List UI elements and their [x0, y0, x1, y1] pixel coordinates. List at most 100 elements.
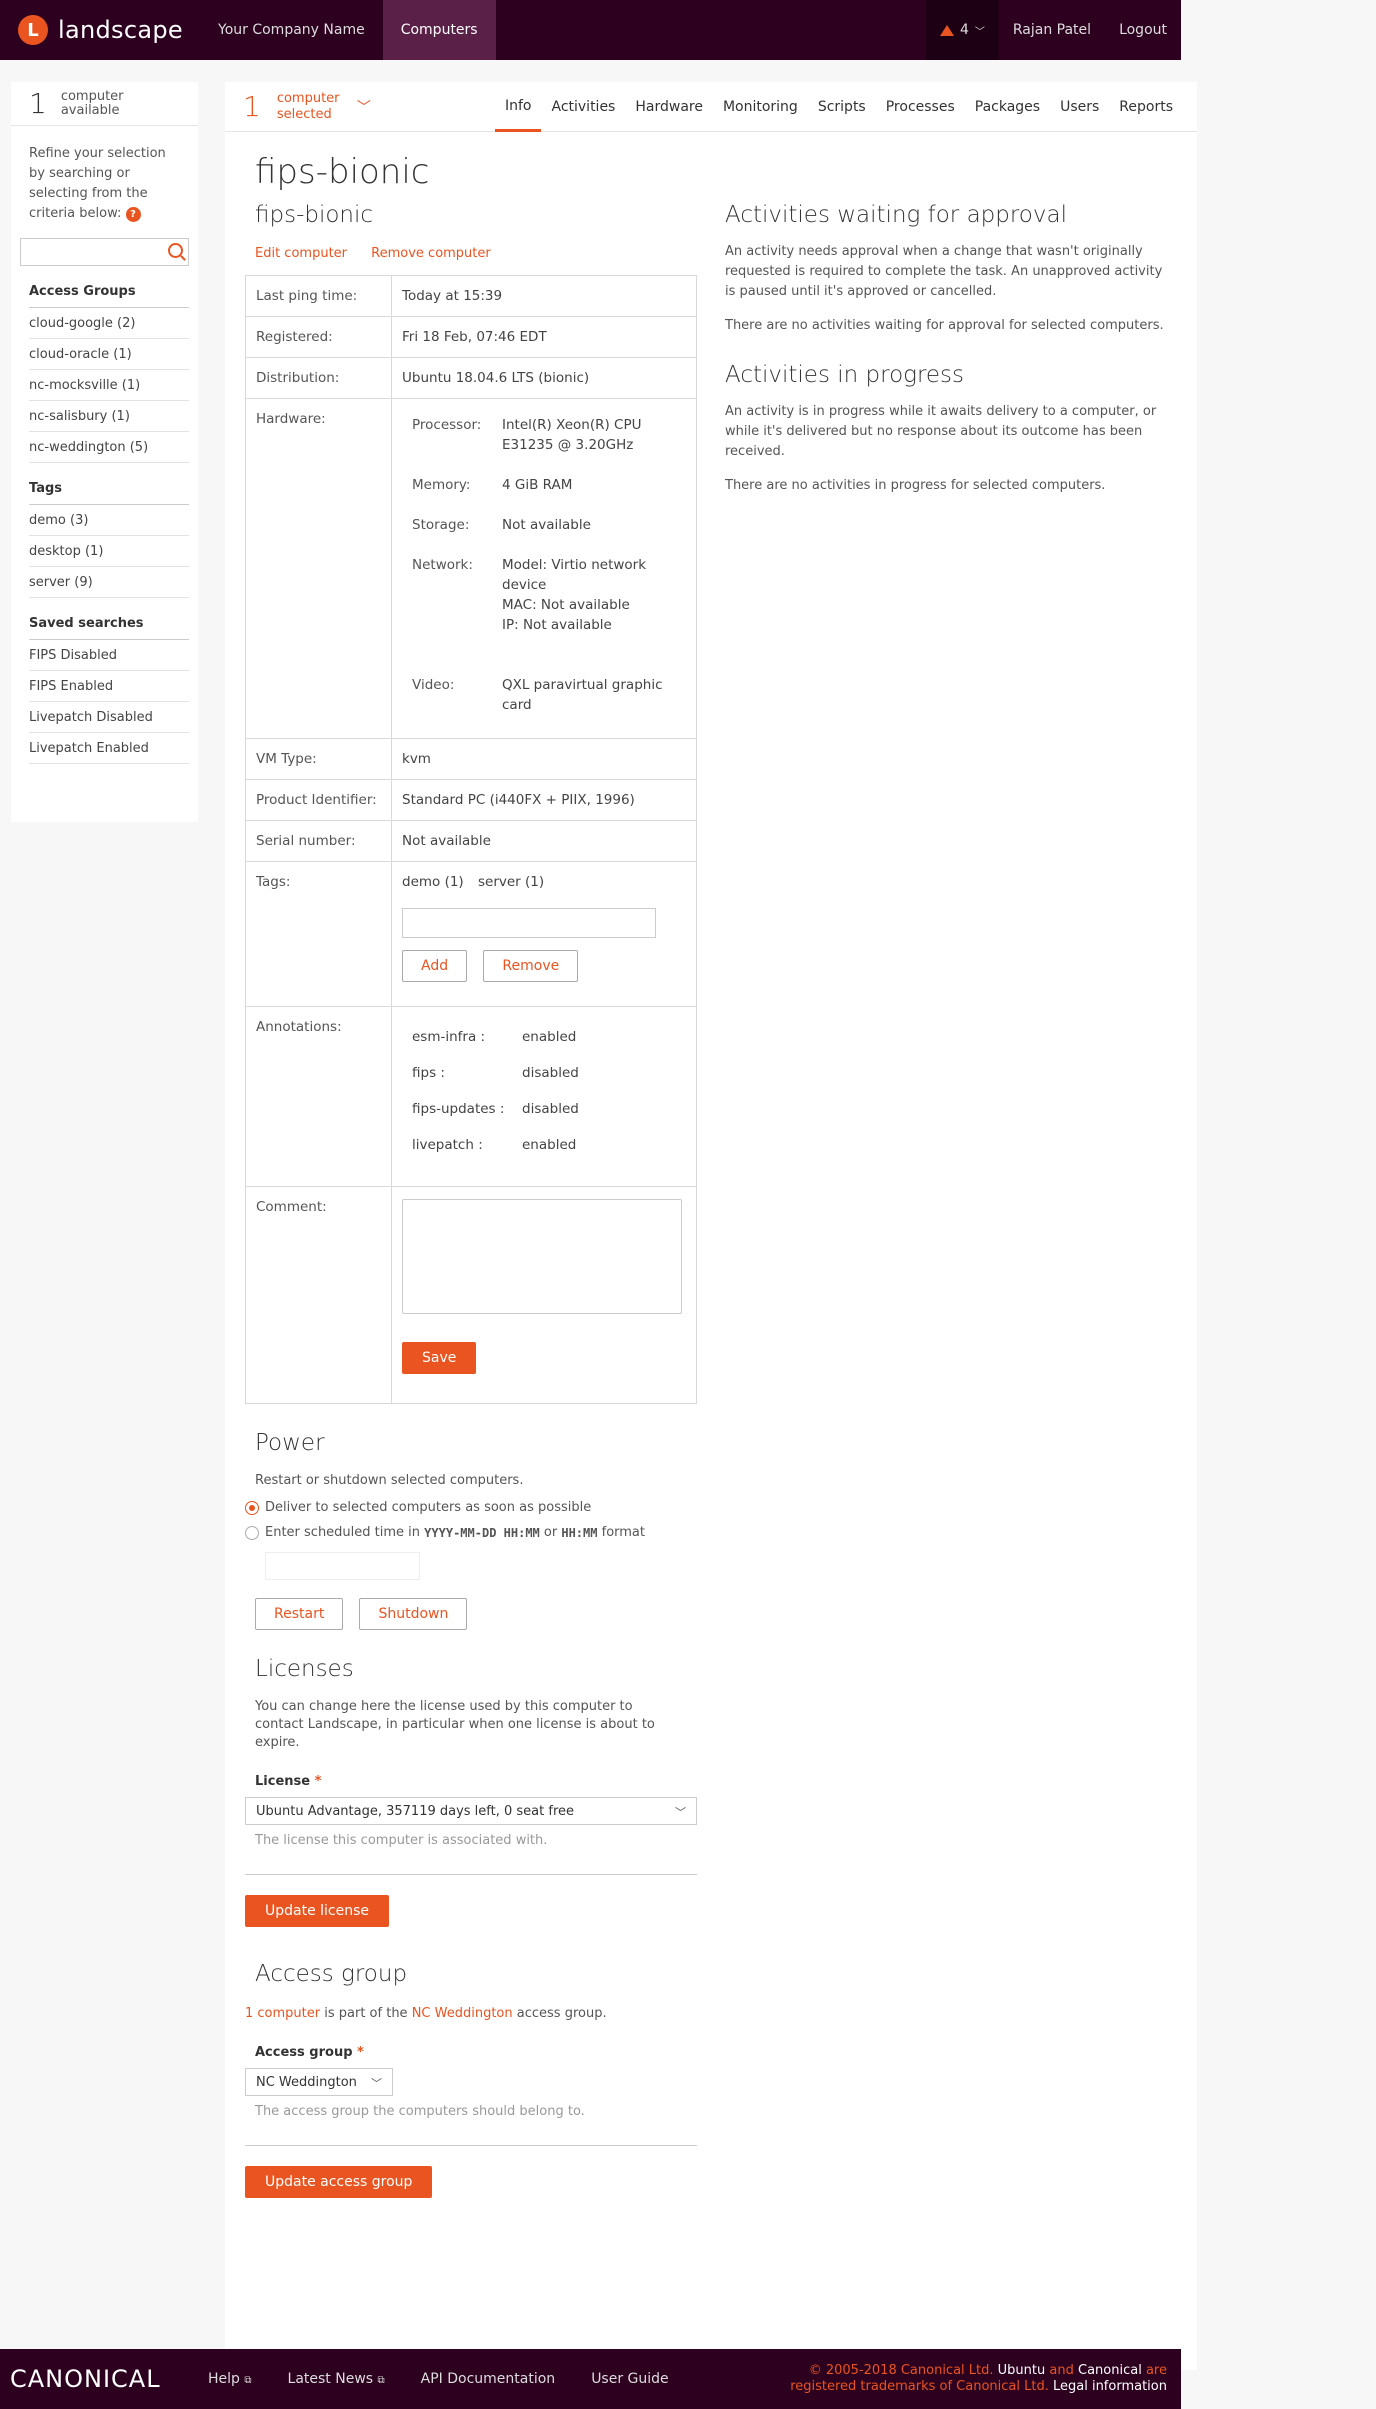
access-group-desc: 1 computer is part of the NC Weddington …	[245, 2006, 607, 2021]
landscape-logo-icon: L	[18, 15, 48, 45]
access-groups-heading: Access Groups	[29, 266, 189, 308]
annotation-value: enabled	[522, 1137, 577, 1153]
licenses-title: Licenses	[255, 1656, 354, 1682]
saved-search-item[interactable]: FIPS Disabled	[29, 640, 189, 671]
tab-info[interactable]: Info	[494, 82, 542, 132]
radio-unselected[interactable]	[245, 1525, 259, 1540]
registered-value: Fri 18 Feb, 07:46 EDT	[402, 329, 547, 345]
table-row: Hardware: Processor: Intel(R) Xeon(R) CP…	[246, 399, 696, 739]
footer-guide-link[interactable]: User Guide	[573, 2371, 686, 2387]
chevron-down-icon[interactable]: ﹀	[357, 97, 371, 117]
edit-computer-link[interactable]: Edit computer	[255, 246, 347, 261]
annotation-key: livepatch :	[412, 1137, 483, 1153]
tab-users[interactable]: Users	[1050, 82, 1109, 132]
tag-input[interactable]	[402, 908, 656, 938]
available-label: computer available	[60, 88, 124, 118]
copyright-link[interactable]: © 2005-2018 Canonical Ltd.	[809, 2363, 994, 2378]
search-icon[interactable]	[168, 243, 183, 258]
table-row: Annotations: esm-infra : enabled fips : …	[246, 1007, 696, 1187]
save-comment-button[interactable]: Save	[402, 1342, 477, 1374]
filter-item[interactable]: nc-weddington (5)	[29, 432, 189, 463]
tab-hardware[interactable]: Hardware	[625, 82, 713, 132]
progress-none: There are no activities in progress for …	[725, 478, 1106, 493]
computer-info-column: fips-bionic Edit computer Remove compute…	[245, 202, 697, 2198]
saved-search-item[interactable]: Livepatch Disabled	[29, 702, 189, 733]
scheduled-option[interactable]: Enter scheduled time in YYYY-MM-DD HH:MM…	[245, 1525, 697, 1540]
annotation-value: disabled	[522, 1065, 579, 1081]
filter-item[interactable]: server (9)	[29, 567, 189, 598]
add-tag-button[interactable]: Add	[402, 950, 468, 982]
nav-computers[interactable]: Computers	[382, 0, 496, 60]
remove-tag-button[interactable]: Remove	[483, 950, 579, 982]
filter-item[interactable]: demo (3)	[29, 505, 189, 536]
canonical-logo[interactable]: CANONICAL	[0, 2365, 190, 2393]
annotations-list: esm-infra : enabled fips : disabled fips…	[392, 1007, 696, 1186]
tab-scripts[interactable]: Scripts	[808, 82, 876, 132]
row-label: Distribution:	[246, 358, 392, 398]
remove-computer-link[interactable]: Remove computer	[371, 246, 491, 261]
annotation-key: fips-updates :	[412, 1101, 505, 1117]
access-group-label: Access group *	[255, 2045, 364, 2060]
warning-icon	[939, 24, 954, 36]
footer-help-link[interactable]: Help ⧉	[190, 2371, 270, 2387]
update-access-group-button[interactable]: Update access group	[245, 2166, 433, 2198]
alert-count: 4	[959, 22, 969, 38]
tab-activities[interactable]: Activities	[541, 82, 625, 132]
progress-title: Activities in progress	[725, 362, 965, 388]
update-license-button[interactable]: Update license	[245, 1895, 390, 1927]
activities-column: Activities waiting for approval An activ…	[725, 202, 1175, 496]
selection-dropdown[interactable]: 1 computer selected ﹀	[225, 90, 371, 123]
alerts-dropdown[interactable]: 4 ﹀	[925, 0, 999, 60]
row-label: Product Identifier:	[246, 780, 392, 820]
tab-packages[interactable]: Packages	[965, 82, 1050, 132]
selected-label: computer selected	[276, 90, 340, 122]
available-number: 1	[29, 87, 47, 120]
license-hint: The license this computer is associated …	[255, 1833, 548, 1848]
saved-searches-heading: Saved searches	[29, 598, 189, 640]
tab-processes[interactable]: Processes	[876, 82, 965, 132]
logo-text: landscape	[58, 16, 183, 44]
tab-monitoring[interactable]: Monitoring	[713, 82, 808, 132]
radio-selected[interactable]	[245, 1500, 259, 1515]
footer-api-link[interactable]: API Documentation	[403, 2371, 574, 2387]
row-label: Annotations:	[246, 1007, 392, 1186]
filter-item[interactable]: desktop (1)	[29, 536, 189, 567]
license-label: License *	[255, 1774, 322, 1789]
canonical-link[interactable]: Canonical	[1078, 2363, 1142, 2378]
selected-number: 1	[243, 90, 261, 123]
scheduled-time-input[interactable]	[265, 1552, 420, 1580]
search-input[interactable]	[20, 238, 189, 266]
computer-count-link[interactable]: 1 computer	[245, 2006, 320, 2021]
comment-textarea[interactable]	[402, 1199, 682, 1314]
footer: CANONICAL Help ⧉ Latest News ⧉ API Docum…	[0, 2349, 1181, 2409]
filter-item[interactable]: cloud-oracle (1)	[29, 339, 189, 370]
tag-chip[interactable]: server (1)	[478, 874, 544, 890]
legal-info-link[interactable]: Legal information	[1053, 2379, 1167, 2394]
storage-value: Not available	[502, 517, 591, 533]
available-count: 1 computer available	[11, 82, 198, 126]
filter-item[interactable]: cloud-google (2)	[29, 308, 189, 339]
license-select[interactable]: Ubuntu Advantage, 357119 days left, 0 se…	[245, 1797, 697, 1825]
saved-search-item[interactable]: Livepatch Enabled	[29, 733, 189, 764]
filter-item[interactable]: nc-salisbury (1)	[29, 401, 189, 432]
power-desc: Restart or shutdown selected computers.	[255, 1473, 524, 1488]
restart-button[interactable]: Restart	[255, 1598, 344, 1630]
access-group-select[interactable]: NC Weddington ﹀	[245, 2068, 393, 2096]
access-group-link[interactable]: NC Weddington	[412, 2006, 513, 2021]
shutdown-button[interactable]: Shutdown	[359, 1598, 468, 1630]
deliver-asap-option[interactable]: Deliver to selected computers as soon as…	[245, 1500, 697, 1515]
saved-search-item[interactable]: FIPS Enabled	[29, 671, 189, 702]
tag-chip[interactable]: demo (1)	[402, 874, 464, 890]
logout-link[interactable]: Logout	[1105, 22, 1181, 38]
user-menu[interactable]: Rajan Patel	[999, 22, 1105, 38]
tab-reports[interactable]: Reports	[1109, 82, 1183, 132]
landscape-logo[interactable]: L landscape	[0, 15, 200, 45]
help-icon[interactable]: ?	[125, 207, 141, 222]
computer-name: fips-bionic	[255, 202, 374, 228]
chevron-down-icon: ﹀	[675, 1806, 686, 1819]
footer-news-link[interactable]: Latest News ⧉	[270, 2371, 403, 2387]
filter-item[interactable]: nc-mocksville (1)	[29, 370, 189, 401]
ubuntu-link[interactable]: Ubuntu	[998, 2363, 1046, 2378]
nav-company[interactable]: Your Company Name	[200, 0, 383, 60]
waiting-none: There are no activities waiting for appr…	[725, 318, 1164, 333]
